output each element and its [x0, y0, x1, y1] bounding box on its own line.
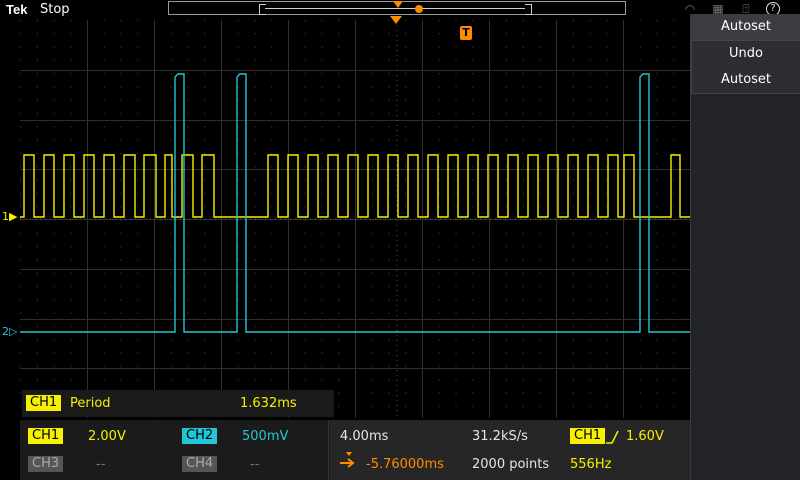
measurement-channel: CH1 [26, 395, 62, 411]
ch2-marker-label: 2 [2, 325, 9, 338]
trigger-source-badge[interactable]: CH1 [570, 428, 606, 444]
ch1-marker-arrow-icon: ▶ [9, 210, 18, 223]
record-length: 2000 points [472, 457, 550, 472]
ch4-badge[interactable]: CH4 [182, 456, 218, 472]
acquisition-status[interactable]: Stop [40, 2, 70, 17]
brand-logo: Tek [6, 2, 28, 17]
ch3-badge[interactable]: CH3 [28, 456, 64, 472]
trigger-time-marker-icon [390, 16, 402, 24]
ch3-scale: -- [96, 457, 106, 472]
measurement-name: Period [70, 396, 111, 411]
ch2-scale[interactable]: 500mV [242, 429, 288, 444]
ch1-badge[interactable]: CH1 [28, 428, 64, 444]
horizontal-position[interactable]: -5.76000ms [366, 457, 444, 472]
horizontal-trigger-settings[interactable]: 4.00ms 31.2kS/s CH1 1.60V -5.76000ms 200… [330, 420, 690, 480]
ch2-marker-arrow-icon: ▷ [9, 325, 18, 338]
record-bracket-right [525, 4, 532, 15]
ch2-badge[interactable]: CH2 [182, 428, 218, 444]
ch1-offset-marker[interactable]: 1▶ [2, 210, 17, 223]
undo-button[interactable]: Undo [692, 41, 800, 67]
sample-rate: 31.2kS/s [472, 429, 528, 444]
trigger-level[interactable]: 1.60V [626, 429, 664, 444]
horizontal-position-icon [340, 452, 355, 468]
ch1-scale[interactable]: 2.00V [88, 429, 126, 444]
timebase[interactable]: 4.00ms [340, 429, 388, 444]
rising-edge-icon [606, 430, 619, 444]
panel-header: Autoset [691, 14, 800, 40]
waveform-display [20, 20, 690, 418]
channel-settings: CH1 2.00V CH2 500mV CH3 -- CH4 -- [20, 420, 329, 480]
ch1-marker-label: 1 [2, 210, 9, 223]
bottom-bar: CH1 2.00V CH2 500mV CH3 -- CH4 -- 4.00ms… [20, 420, 690, 480]
autoset-panel: Autoset Undo Autoset [690, 14, 800, 480]
measurement-badge[interactable]: CH1 Period 1.632ms [22, 390, 334, 417]
ch4-scale: -- [250, 457, 260, 472]
trigger-level-marker[interactable]: T [460, 26, 472, 40]
autoset-button[interactable]: Autoset [692, 67, 800, 93]
trigger-frequency: 556Hz [570, 457, 612, 472]
ch2-offset-marker[interactable]: 2▷ [2, 325, 17, 338]
record-bracket-left [259, 4, 266, 15]
record-trigger-dot [415, 5, 423, 13]
trigger-position-icon [393, 1, 403, 8]
measurement-value: 1.632ms [240, 396, 297, 411]
record-view-bar[interactable] [168, 1, 626, 15]
panel-menu: Undo Autoset [691, 40, 800, 94]
